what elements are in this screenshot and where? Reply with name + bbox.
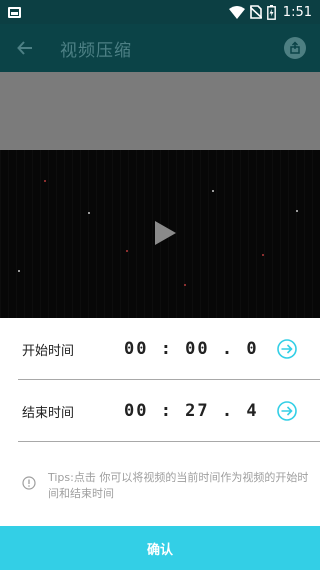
no-sim-icon (249, 5, 262, 19)
arrow-back-icon[interactable] (14, 37, 36, 59)
status-time: 1:51 (282, 4, 312, 20)
tips-text: Tips:点击 你可以将视频的当前时间作为视频的开始时间和结束时间 (22, 470, 312, 502)
video-particle (262, 254, 264, 256)
wifi-icon (228, 5, 245, 19)
confirm-button[interactable]: 确认 (0, 526, 320, 570)
end-time-label: 结束时间 (22, 405, 75, 421)
arrow-circle-right-icon[interactable] (276, 338, 298, 360)
video-particle (44, 180, 46, 182)
page-title: 视频压缩 (60, 40, 132, 61)
end-time-value: 00 : 27 . 4 (124, 401, 259, 421)
divider (18, 441, 320, 442)
video-header-area (0, 72, 320, 150)
arrow-circle-right-icon[interactable] (276, 400, 298, 422)
start-time-value: 00 : 00 . 0 (124, 339, 259, 359)
video-particle (296, 210, 298, 212)
time-select-panel: 开始时间 00 : 00 . 0 结束时间 00 : 27 . 4 Tips:点… (0, 318, 320, 570)
start-time-row: 开始时间 00 : 00 . 0 (0, 318, 320, 380)
tips-message: Tips:点击 你可以将视频的当前时间作为视频的开始时间和结束时间 (48, 471, 309, 500)
video-particle (184, 284, 186, 286)
notification-icon (8, 6, 21, 18)
video-player[interactable] (0, 150, 320, 318)
status-bar: 1:51 (0, 0, 320, 24)
battery-charging-icon (266, 4, 276, 20)
video-particle (126, 250, 128, 252)
app-bar: 视频压缩 (0, 24, 320, 72)
video-particle (88, 212, 90, 214)
share-icon[interactable] (284, 37, 306, 59)
start-time-label: 开始时间 (22, 343, 75, 359)
end-time-row: 结束时间 00 : 27 . 4 (0, 380, 320, 442)
info-icon (22, 476, 36, 490)
video-particle (18, 270, 20, 272)
video-particle (212, 190, 214, 192)
play-icon[interactable] (150, 218, 180, 248)
